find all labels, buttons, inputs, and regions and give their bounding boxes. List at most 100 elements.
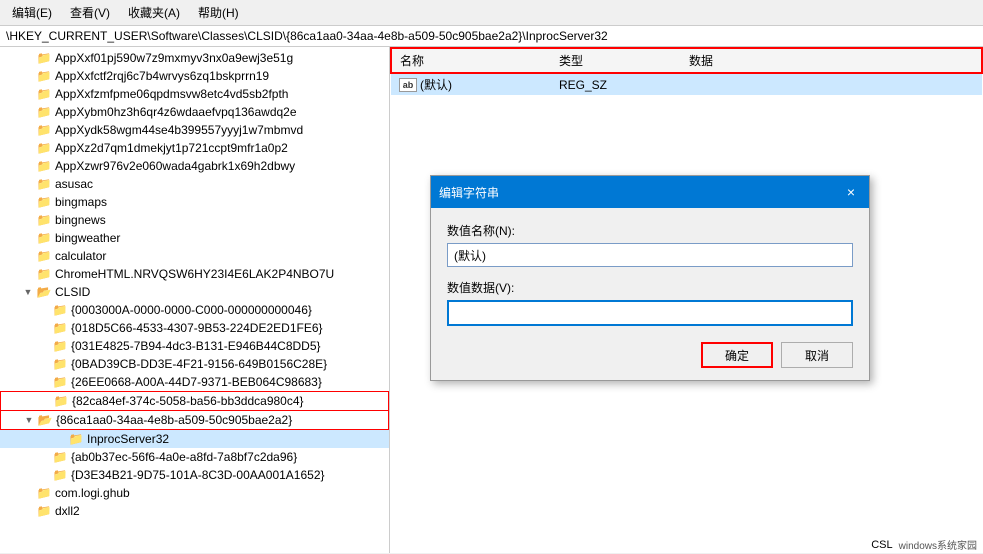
table-row[interactable]: ab (默认) REG_SZ (391, 73, 982, 95)
menu-bar: 编辑(E) 查看(V) 收藏夹(A) 帮助(H) (0, 0, 983, 26)
dialog-close-button[interactable]: × (841, 182, 861, 202)
dialog-name-label: 数值名称(N): (447, 222, 853, 239)
folder-icon (53, 393, 69, 409)
dialog-buttons: 确定 取消 (447, 342, 853, 368)
address-bar: \HKEY_CURRENT_USER\Software\Classes\CLSI… (0, 26, 983, 47)
tree-item-bingnews[interactable]: bingnews (0, 211, 389, 229)
tree-item-chromehtml[interactable]: ChromeHTML.NRVQSW6HY23I4E6LAK2P4NBO7U (0, 265, 389, 283)
tree-panel: AppXxf01pj590w7z9mxmyv3nx0a9ewj3e51g App… (0, 47, 390, 553)
folder-icon (36, 194, 52, 210)
ab-icon: ab (399, 78, 417, 92)
tree-label: AppXz2d7qm1dmekjyt1p721ccpt9mfr1a0p2 (55, 141, 288, 155)
tree-item-d3e3[interactable]: {D3E34B21-9D75-101A-8C3D-00AA001A1652} (0, 466, 389, 484)
cell-name-label: (默认) (420, 76, 452, 93)
tree-label: bingweather (55, 231, 120, 245)
tree-item-82ca[interactable]: {82ca84ef-374c-5058-ba56-bb3ddca980c4} (0, 391, 389, 411)
tree-item-26ee[interactable]: {26EE0668-A00A-44D7-9371-BEB064C98683} (0, 373, 389, 391)
tree-item-appxz2[interactable]: AppXz2d7qm1dmekjyt1p721ccpt9mfr1a0p2 (0, 139, 389, 157)
address-path: \HKEY_CURRENT_USER\Software\Classes\CLSI… (6, 29, 608, 43)
folder-icon (36, 122, 52, 138)
tree-arrow-86ca[interactable] (21, 412, 37, 428)
tree-item-clsid[interactable]: CLSID (0, 283, 389, 301)
col-data: 数据 (681, 48, 982, 73)
tree-item-bingweather[interactable]: bingweather (0, 229, 389, 247)
menu-favorites[interactable]: 收藏夹(A) (120, 2, 188, 23)
folder-icon (36, 266, 52, 282)
tree-label: {0003000A-0000-0000-C000-000000000046} (71, 303, 312, 317)
dialog-body: 数值名称(N): 数值数据(V): 确定 取消 (431, 208, 869, 380)
tree-item-0bad[interactable]: {0BAD39CB-DD3E-4F21-9156-649B0156C28E} (0, 355, 389, 373)
tree-item-appxzwr[interactable]: AppXzwr976v2e060wada4gabrk1x69h2dbwy (0, 157, 389, 175)
tree-item-bingmaps[interactable]: bingmaps (0, 193, 389, 211)
folder-icon (36, 485, 52, 501)
tree-label: {26EE0668-A00A-44D7-9371-BEB064C98683} (71, 375, 322, 389)
tree-label: {ab0b37ec-56f6-4a0e-a8fd-7a8bf7c2da96} (71, 450, 297, 464)
tree-label: {031E4825-7B94-4dc3-B131-E946B44C8DD5} (71, 339, 321, 353)
tree-label: calculator (55, 249, 106, 263)
registry-table: 名称 类型 数据 ab (默认) REG_SZ (390, 47, 983, 95)
tree-label: bingmaps (55, 195, 107, 209)
tree-label: {82ca84ef-374c-5058-ba56-bb3ddca980c4} (72, 394, 304, 408)
tree-item-calculator[interactable]: calculator (0, 247, 389, 265)
dialog-cancel-button[interactable]: 取消 (781, 342, 853, 368)
folder-icon-clsid (36, 284, 52, 300)
folder-icon (52, 449, 68, 465)
tree-item-0003[interactable]: {0003000A-0000-0000-C000-000000000046} (0, 301, 389, 319)
tree-label: com.logi.ghub (55, 486, 130, 500)
folder-icon-86ca (37, 412, 53, 428)
tree-label: AppXydk58wgm44se4b399557yyyj1w7mbmvd (55, 123, 303, 137)
tree-item-appxxfctf[interactable]: AppXxfctf2rqj6c7b4wrvys6zq1bskprrn19 (0, 67, 389, 85)
dialog-name-input[interactable] (447, 243, 853, 267)
dialog-value-input[interactable] (447, 300, 853, 326)
folder-icon (52, 467, 68, 483)
tree-label-clsid: CLSID (55, 285, 90, 299)
tree-item-appxyd[interactable]: AppXydk58wgm44se4b399557yyyj1w7mbmvd (0, 121, 389, 139)
col-name: 名称 (391, 48, 551, 73)
tree-item-appxxfzm[interactable]: AppXxfzmfpme06qpdmsvw8etc4vd5sb2fpth (0, 85, 389, 103)
cell-type: REG_SZ (551, 73, 681, 95)
folder-icon (36, 140, 52, 156)
col-type: 类型 (551, 48, 681, 73)
tree-label: {0BAD39CB-DD3E-4F21-9156-649B0156C28E} (71, 357, 327, 371)
folder-icon (52, 374, 68, 390)
tree-label: AppXzwr976v2e060wada4gabrk1x69h2dbwy (55, 159, 295, 173)
tree-arrow-clsid[interactable] (20, 284, 36, 300)
edit-string-dialog: 编辑字符串 × 数值名称(N): 数值数据(V): 确定 取消 (430, 175, 870, 381)
tree-item-comlogi[interactable]: com.logi.ghub (0, 484, 389, 502)
folder-icon (36, 68, 52, 84)
tree-item-appxxf01[interactable]: AppXxf01pj590w7z9mxmyv3nx0a9ewj3e51g (0, 49, 389, 67)
dialog-titlebar: 编辑字符串 × (431, 176, 869, 208)
tree-item-018d[interactable]: {018D5C66-4533-4307-9B53-224DE2ED1FE6} (0, 319, 389, 337)
tree-label-86ca: {86ca1aa0-34aa-4e8b-a509-50c905bae2a2} (56, 413, 292, 427)
tree-label: InprocServer32 (87, 432, 169, 446)
folder-icon (52, 302, 68, 318)
name-icon-group: ab (默认) (399, 76, 452, 93)
tree-label: AppXxfctf2rqj6c7b4wrvys6zq1bskprrn19 (55, 69, 269, 83)
tree-item-asusac[interactable]: asusac (0, 175, 389, 193)
tree-item-86ca[interactable]: {86ca1aa0-34aa-4e8b-a509-50c905bae2a2} (0, 411, 389, 430)
brand-text: windows系统家园 (899, 537, 977, 552)
cell-data (681, 73, 982, 95)
tree-item-ab0b[interactable]: {ab0b37ec-56f6-4a0e-a8fd-7a8bf7c2da96} (0, 448, 389, 466)
tree-item-appxyb[interactable]: AppXybm0hz3h6qr4z6wdaaefvpq136awdq2e (0, 103, 389, 121)
tree-item-031e[interactable]: {031E4825-7B94-4dc3-B131-E946B44C8DD5} (0, 337, 389, 355)
folder-icon (36, 212, 52, 228)
folder-icon (52, 356, 68, 372)
menu-help[interactable]: 帮助(H) (190, 2, 247, 23)
folder-icon (36, 503, 52, 519)
tree-label: AppXxfzmfpme06qpdmsvw8etc4vd5sb2fpth (55, 87, 288, 101)
folder-icon (36, 86, 52, 102)
dialog-ok-button[interactable]: 确定 (701, 342, 773, 368)
tree-item-inprocserver32[interactable]: InprocServer32 (0, 430, 389, 448)
tree-label: dxll2 (55, 504, 80, 518)
tree-label: {D3E34B21-9D75-101A-8C3D-00AA001A1652} (71, 468, 325, 482)
folder-icon (52, 320, 68, 336)
menu-view[interactable]: 查看(V) (62, 2, 118, 23)
folder-icon (52, 338, 68, 354)
menu-edit[interactable]: 编辑(E) (4, 2, 60, 23)
tree-label: bingnews (55, 213, 106, 227)
folder-icon (36, 158, 52, 174)
folder-icon (36, 104, 52, 120)
tree-item-dxll2[interactable]: dxll2 (0, 502, 389, 520)
folder-icon (68, 431, 84, 447)
